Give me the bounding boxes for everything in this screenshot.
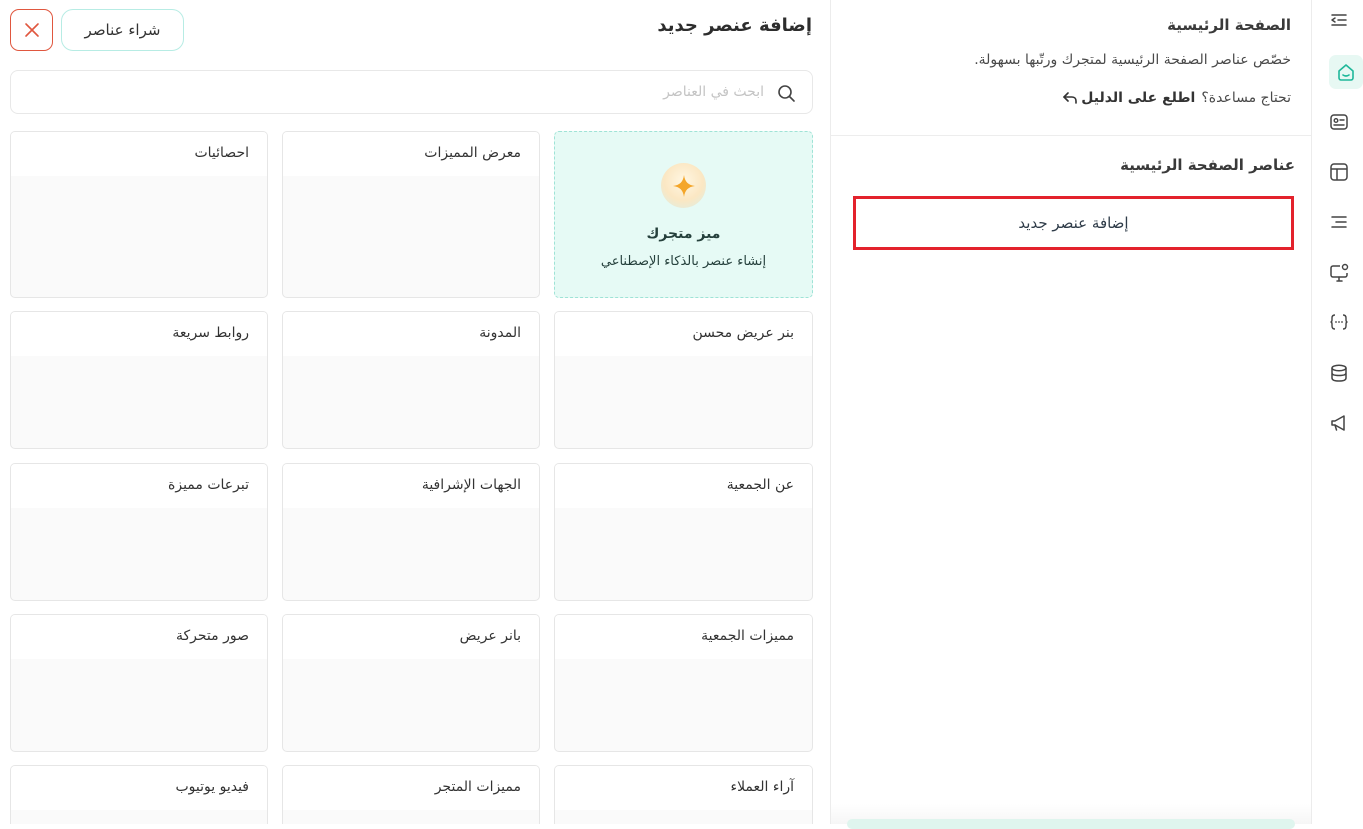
element-card-title: فيديو يوتيوب: [11, 766, 267, 810]
home-icon[interactable]: [1335, 61, 1357, 83]
megaphone-icon[interactable]: [1328, 412, 1350, 434]
element-card-title: مميزات الجمعية: [555, 615, 812, 659]
element-card[interactable]: روابط سريعة: [10, 311, 268, 449]
database-icon[interactable]: [1328, 362, 1350, 384]
monitor-settings-icon[interactable]: [1328, 261, 1350, 283]
element-card[interactable]: عن الجمعية: [554, 463, 813, 601]
element-card-title: معرض المميزات: [283, 132, 539, 176]
elements-section-title: عناصر الصفحة الرئيسية: [1120, 156, 1295, 174]
element-card-title: الجهات الإشرافية: [283, 464, 539, 508]
help-line: تحتاج مساعدة؟ اطلع على الدليل: [1063, 90, 1291, 106]
element-card[interactable]: آراء العملاء: [554, 765, 813, 824]
close-button[interactable]: [10, 9, 53, 51]
collapse-menu-icon[interactable]: [1328, 9, 1350, 31]
sparkle-icon: [661, 163, 706, 208]
search-box: [10, 70, 813, 114]
element-card-title: بانر عريض: [283, 615, 539, 659]
element-card-title: المدونة: [283, 312, 539, 356]
element-card-title: بنر عريض محسن: [555, 312, 812, 356]
guide-link-label: اطلع على الدليل: [1081, 90, 1196, 106]
element-card-title: تبرعات مميزة: [11, 464, 267, 508]
buy-elements-button[interactable]: شراء عناصر: [61, 9, 184, 51]
element-card[interactable]: مميزات الجمعية: [554, 614, 813, 752]
ai-card-subtitle: إنشاء عنصر بالذكاء الإصطناعي: [600, 254, 767, 269]
element-card-title: آراء العملاء: [555, 766, 812, 810]
element-card[interactable]: المدونة: [282, 311, 540, 449]
element-card[interactable]: صور متحركة: [10, 614, 268, 752]
element-card[interactable]: بنر عريض محسن: [554, 311, 813, 449]
panel-title: إضافة عنصر جديد: [657, 15, 812, 36]
section-divider: [831, 135, 1311, 136]
home-settings-panel: الصفحة الرئيسية خصّص عناصر الصفحة الرئيس…: [831, 0, 1311, 829]
ai-generate-card[interactable]: ميز متجرك إنشاء عنصر بالذكاء الإصطناعي: [554, 131, 813, 298]
menu-lines-icon[interactable]: [1328, 211, 1350, 233]
search-icon: [778, 85, 795, 102]
element-card[interactable]: مميزات المتجر: [282, 765, 540, 824]
element-card[interactable]: فيديو يوتيوب: [10, 765, 268, 824]
close-icon: [24, 23, 39, 37]
add-element-panel: إضافة عنصر جديد شراء عناصر ميز متجرك إنش…: [0, 0, 830, 824]
element-card-title: مميزات المتجر: [283, 766, 539, 810]
layout-icon[interactable]: [1328, 161, 1350, 183]
help-text: تحتاج مساعدة؟: [1201, 90, 1291, 106]
reply-arrow-icon: [1063, 92, 1078, 104]
page-description: خصّص عناصر الصفحة الرئيسية لمتجرك ورتّبه…: [974, 52, 1291, 68]
element-card[interactable]: بانر عريض: [282, 614, 540, 752]
element-card-title: صور متحركة: [11, 615, 267, 659]
icon-rail: [1311, 0, 1363, 824]
page-title: الصفحة الرئيسية: [1167, 16, 1291, 34]
search-input[interactable]: [66, 71, 766, 113]
id-card-icon[interactable]: [1328, 111, 1350, 133]
element-card[interactable]: الجهات الإشرافية: [282, 463, 540, 601]
element-card[interactable]: معرض المميزات: [282, 131, 540, 298]
element-card-title: عن الجمعية: [555, 464, 812, 508]
guide-link[interactable]: اطلع على الدليل: [1063, 90, 1195, 106]
element-card-title: روابط سريعة: [11, 312, 267, 356]
add-new-element-button[interactable]: إضافة عنصر جديد: [853, 196, 1294, 250]
bottom-action-bar[interactable]: [847, 819, 1295, 829]
ai-card-title: ميز متجرك: [646, 226, 721, 242]
element-card[interactable]: تبرعات مميزة: [10, 463, 268, 601]
code-braces-icon[interactable]: [1328, 311, 1350, 333]
element-card[interactable]: احصائيات: [10, 131, 268, 298]
element-card-title: احصائيات: [11, 132, 267, 176]
